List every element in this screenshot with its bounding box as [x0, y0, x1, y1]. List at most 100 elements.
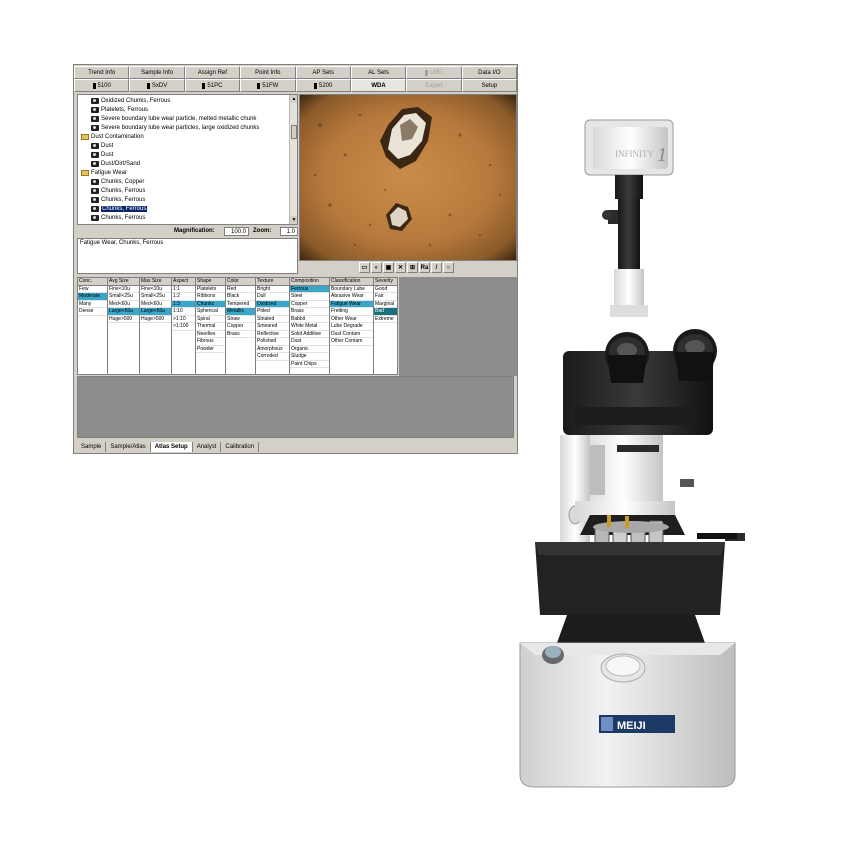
- attribute-option[interactable]: Dust: [290, 338, 329, 346]
- tab-assign-ref[interactable]: Assign Ref: [184, 66, 241, 79]
- attribute-option[interactable]: Copper: [290, 301, 329, 308]
- delete-icon[interactable]: ✕: [395, 262, 406, 273]
- attribute-option[interactable]: Bad: [374, 308, 397, 316]
- new-doc-icon[interactable]: ▭: [359, 262, 370, 273]
- attribute-option[interactable]: Organic: [290, 346, 329, 353]
- attribute-option[interactable]: Other Contam: [330, 338, 373, 346]
- tree-item[interactable]: Chunks, Ferrous: [91, 204, 148, 213]
- ra-button[interactable]: Ra: [419, 262, 430, 273]
- tab-data-i-o[interactable]: Data I/O: [461, 66, 517, 79]
- attribute-option[interactable]: Fibrous: [196, 338, 225, 346]
- description-box[interactable]: Fatigue Wear, Chunks, Ferrous: [77, 238, 298, 274]
- attribute-option[interactable]: Dense: [78, 308, 107, 316]
- attribute-option[interactable]: Small<25u: [140, 293, 171, 301]
- bottom-tab-atlas-setup[interactable]: Atlas Setup: [150, 441, 193, 452]
- tree-item[interactable]: Chunks, Ferrous: [91, 195, 145, 204]
- attribute-option[interactable]: Bright: [256, 286, 289, 293]
- attribute-option[interactable]: Med<60u: [140, 301, 171, 308]
- attribute-option[interactable]: Med<60u: [108, 301, 139, 308]
- attribute-option[interactable]: Steel: [290, 293, 329, 301]
- attribute-option[interactable]: Sludge: [290, 353, 329, 361]
- attribute-option[interactable]: Needles: [196, 331, 225, 338]
- magnification-field[interactable]: 100.0: [224, 227, 249, 236]
- attribute-option[interactable]: Straw: [226, 316, 255, 323]
- tab-expert[interactable]: Expert: [406, 79, 462, 92]
- attribute-option[interactable]: Ribbons: [196, 293, 225, 301]
- tab-51pc[interactable]: 51PC: [184, 79, 241, 92]
- tree-item[interactable]: Chunks, Copper: [91, 177, 144, 186]
- attribute-option[interactable]: Solid Additive: [290, 331, 329, 338]
- attribute-option[interactable]: Good: [374, 286, 397, 293]
- attribute-option[interactable]: Black: [226, 293, 255, 301]
- attribute-option[interactable]: 1:3: [172, 300, 195, 308]
- attribute-option[interactable]: Copper: [226, 323, 255, 331]
- attribute-option[interactable]: Marginal: [374, 301, 397, 308]
- attribute-option[interactable]: Spherical: [196, 308, 225, 316]
- attribute-option[interactable]: Paint Chips: [290, 361, 329, 368]
- attribute-option[interactable]: Small<25u: [108, 293, 139, 301]
- tree-item[interactable]: Severe boundary lube wear particle, melt…: [91, 114, 256, 123]
- tab-5200[interactable]: 5200: [295, 79, 351, 92]
- tree-item[interactable]: Dust: [91, 150, 113, 159]
- tab-lmg[interactable]: LMG: [406, 66, 462, 79]
- attribute-option[interactable]: >1:10: [172, 316, 195, 323]
- tree-item[interactable]: Dust/Dirt/Sand: [91, 159, 140, 168]
- tree-item[interactable]: Oxidized Chunks, Ferrous: [91, 96, 170, 105]
- attribute-option[interactable]: Fretting: [330, 308, 373, 316]
- attribute-option[interactable]: Many: [78, 301, 107, 308]
- open-icon[interactable]: ◐: [371, 262, 382, 273]
- pen-icon[interactable]: /: [431, 262, 442, 273]
- magnifier-icon[interactable]: ○: [443, 262, 454, 273]
- attribute-option[interactable]: Lube Degrade: [330, 323, 373, 331]
- attribute-option[interactable]: Corroded: [256, 353, 289, 361]
- attribute-option[interactable]: Polished: [256, 338, 289, 346]
- attribute-option[interactable]: Fine<10u: [140, 286, 171, 293]
- attribute-option[interactable]: Abrasive Wear: [330, 293, 373, 301]
- tree-item[interactable]: Chunks, Ferrous: [91, 213, 145, 222]
- attribute-option[interactable]: Large<60u: [140, 308, 171, 316]
- attribute-option[interactable]: Ferrous: [290, 285, 329, 293]
- attribute-option[interactable]: Huge>500: [140, 316, 171, 323]
- attribute-option[interactable]: Boundary Lube: [330, 286, 373, 293]
- tab-point-info[interactable]: Point Info: [240, 66, 296, 79]
- tree-item[interactable]: Chunks, Ferrous: [91, 186, 145, 195]
- bottom-tab-analyst[interactable]: Analyst: [193, 441, 222, 452]
- attribute-option[interactable]: Fatigue Wear: [330, 300, 373, 308]
- attribute-option[interactable]: Oxidized: [256, 300, 289, 308]
- bottom-tab-sample-atlas[interactable]: Sample/Atlas: [106, 441, 151, 452]
- attribute-option[interactable]: Platelets: [196, 286, 225, 293]
- zoom-field[interactable]: 1.0: [280, 227, 298, 236]
- attribute-option[interactable]: Powder: [196, 346, 225, 353]
- bottom-tab-sample[interactable]: Sample: [77, 441, 107, 452]
- tree-folder[interactable]: Fatigue Wear: [81, 168, 127, 177]
- attribute-option[interactable]: 1:10: [172, 308, 195, 316]
- attribute-option[interactable]: Metallic: [226, 308, 255, 316]
- tab-setup[interactable]: Setup: [461, 79, 517, 92]
- attribute-option[interactable]: Dull: [256, 293, 289, 301]
- tab-51fw[interactable]: 51FW: [240, 79, 296, 92]
- attribute-option[interactable]: Spiral: [196, 316, 225, 323]
- attribute-option[interactable]: Reflective: [256, 331, 289, 338]
- attribute-option[interactable]: Pitted: [256, 308, 289, 316]
- tab-sxdv[interactable]: SxDV: [129, 79, 185, 92]
- attribute-option[interactable]: Brass: [226, 331, 255, 338]
- attribute-option[interactable]: Smeared: [256, 323, 289, 331]
- attribute-option[interactable]: Dust Contam: [330, 331, 373, 338]
- attribute-option[interactable]: Large<60u: [108, 308, 139, 316]
- tab-ap-sets[interactable]: AP Sets: [295, 66, 351, 79]
- tab-sample-info[interactable]: Sample Info: [129, 66, 185, 79]
- tab-trend-info[interactable]: Trend Info: [74, 66, 130, 79]
- tree-item[interactable]: Platelets, Ferrous: [91, 105, 148, 114]
- zoom-region-icon[interactable]: ⊞: [407, 262, 418, 273]
- attribute-option[interactable]: Huge>500: [108, 316, 139, 323]
- tab-al-sets[interactable]: AL Sets: [350, 66, 407, 79]
- attribute-option[interactable]: Red: [226, 286, 255, 293]
- attribute-option[interactable]: Fair: [374, 293, 397, 301]
- tree-folder[interactable]: Dust Contamination: [81, 132, 144, 141]
- attribute-option[interactable]: Babbit: [290, 316, 329, 323]
- attribute-option[interactable]: Extreme: [374, 316, 397, 323]
- attribute-option[interactable]: >1:100: [172, 323, 195, 331]
- attribute-option[interactable]: Thermal: [196, 323, 225, 331]
- attribute-option[interactable]: Moderate: [78, 293, 107, 301]
- attribute-option[interactable]: 1:1: [172, 286, 195, 293]
